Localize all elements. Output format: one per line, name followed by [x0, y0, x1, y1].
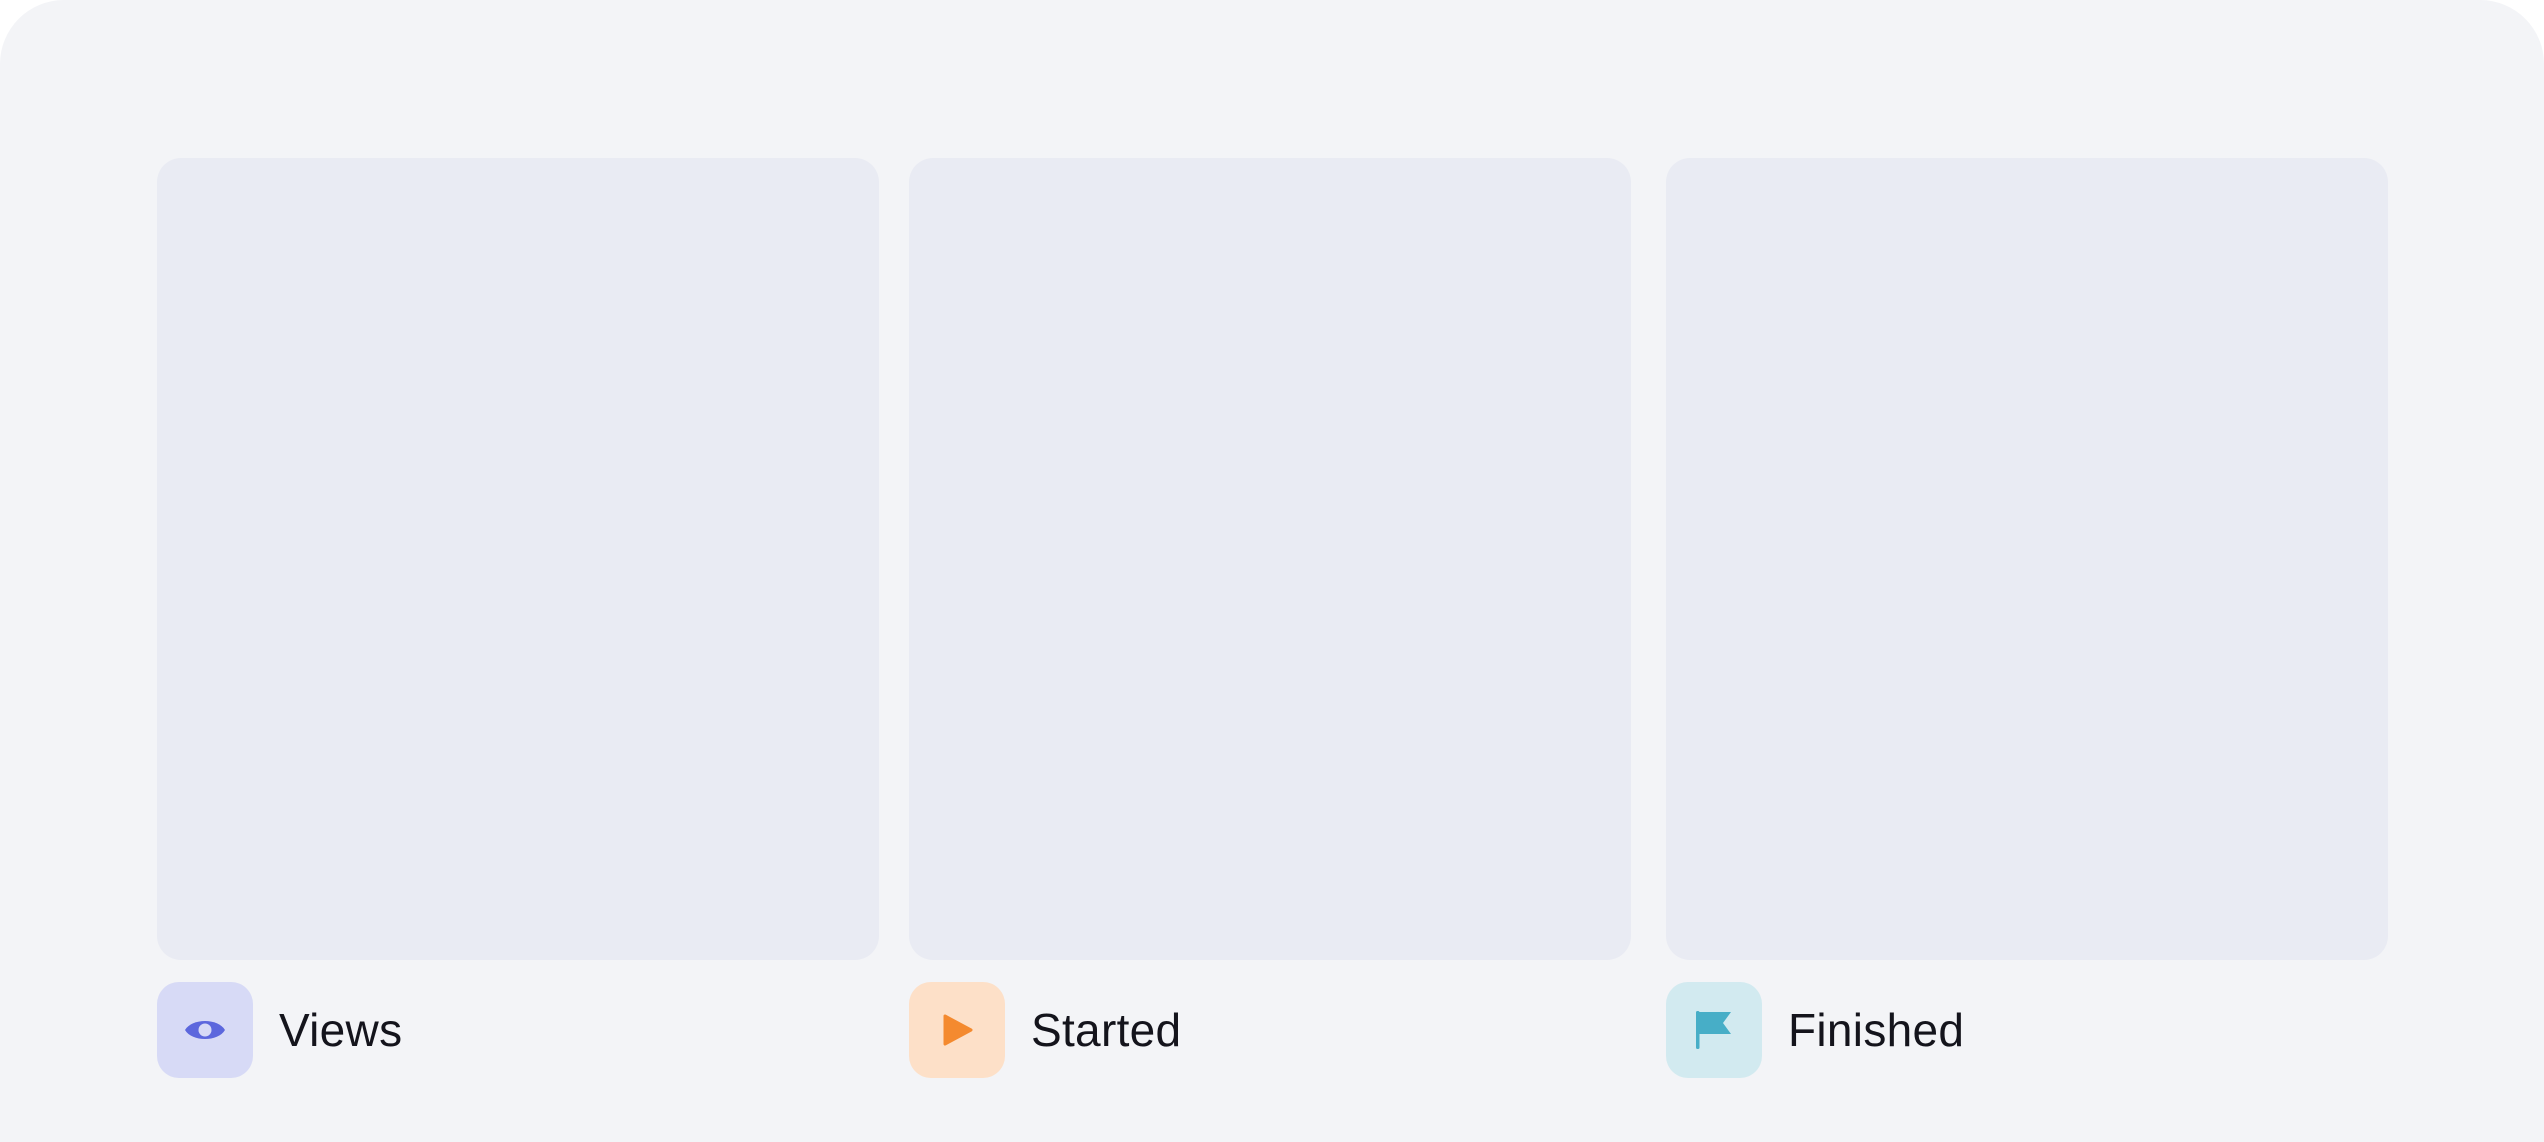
finished-label: Finished — [1788, 1004, 1965, 1056]
finished-icon-badge — [1666, 982, 1762, 1078]
funnel-column-finished: Finished — [1666, 158, 2388, 1078]
started-label: Started — [1031, 1004, 1182, 1056]
eye-icon — [185, 1021, 225, 1039]
funnel-panel: Views Started Finished — [0, 0, 2544, 1142]
flag-icon — [1696, 1011, 1731, 1049]
views-legend: Views — [157, 982, 402, 1078]
views-label: Views — [279, 1004, 403, 1056]
funnel-column-views: Views — [157, 158, 879, 1078]
started-icon-badge — [909, 982, 1005, 1078]
started-bar-placeholder — [909, 158, 1631, 960]
funnel-column-started: Started — [909, 158, 1631, 1078]
started-legend: Started — [909, 982, 1181, 1078]
finished-bar-placeholder — [1666, 158, 2388, 960]
views-bar-placeholder — [157, 158, 879, 960]
finished-legend: Finished — [1666, 982, 1964, 1078]
views-icon-badge — [157, 982, 253, 1078]
play-icon — [943, 1014, 973, 1046]
funnel-columns: Views Started Finished — [157, 158, 2388, 1078]
